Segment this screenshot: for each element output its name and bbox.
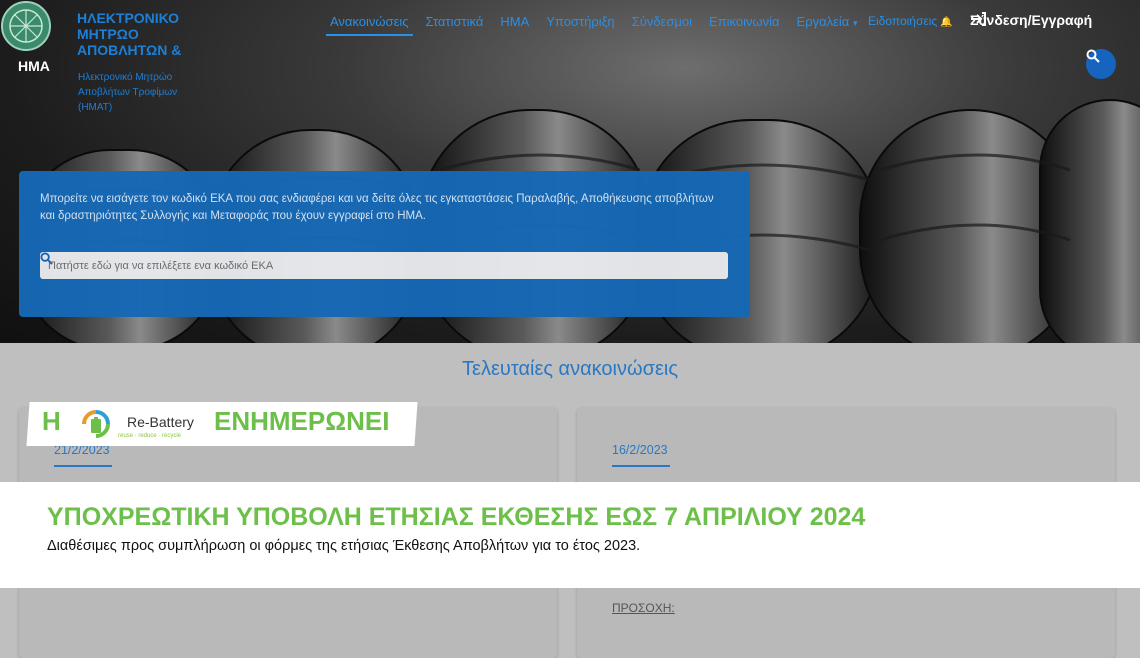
eka-info-box: Μπορείτε να εισάγετε τον κωδικό ΕΚΑ που … (19, 171, 750, 317)
notifications-label: Ειδοποιήσεις (868, 14, 938, 28)
login-link[interactable]: Σύνδεση/Εγγραφή (970, 12, 1092, 28)
nav-item-support[interactable]: Υποστήριξη (542, 12, 618, 36)
notifications-link[interactable]: Ειδοποιήσεις 🔔 (868, 14, 953, 28)
brand-title[interactable]: ΗΛΕΚΤΡΟΝΙΚΟ ΜΗΤΡΩΟ ΑΠΟΒΛΗΤΩΝ & (77, 10, 197, 58)
main-nav: Ανακοινώσεις Στατιστικά ΗΜΑ Υποστήριξη Σ… (326, 12, 861, 36)
announcement-date: 16/2/2023 (612, 443, 670, 467)
announcements-heading: Τελευταίες ανακοινώσεις (462, 358, 678, 380)
rebattery-informs: ΕΝΗΜΕΡΩΝΕΙ (214, 406, 390, 436)
search-icon (1086, 49, 1100, 63)
nav-item-hma[interactable]: ΗΜΑ (496, 12, 533, 36)
announcement-banner (0, 482, 1140, 588)
bell-icon: 🔔 (940, 17, 953, 28)
announcement-note: ΠΡΟΣΟΧΗ: (612, 601, 675, 615)
eka-search-field[interactable] (40, 252, 728, 279)
eka-search-input[interactable] (40, 252, 696, 279)
announcement-date: 21/2/2023 (54, 443, 112, 467)
nav-item-tools-label: Εργαλεία (796, 14, 850, 29)
nav-item-statistics[interactable]: Στατιστικά (422, 12, 488, 36)
rebattery-name: Re-Battery (127, 414, 194, 430)
hma-logo-icon[interactable] (0, 0, 52, 52)
eka-info-text: Μπορείτε να εισάγετε τον κωδικό ΕΚΑ που … (40, 193, 714, 222)
rebattery-tagline: reuse · reduce · recycle (118, 433, 182, 439)
nav-item-tools[interactable]: Εργαλεία ▾ (793, 12, 862, 36)
brand-subtitle: Ηλεκτρονικό Μητρώο Αποβλήτων Τροφίμων (Η… (78, 72, 178, 113)
search-button[interactable] (1086, 49, 1116, 79)
eka-search-icon[interactable] (40, 252, 53, 265)
banner-subtitle: Διαθέσιμες προς συμπλήρωση οι φόρμες της… (47, 538, 641, 554)
caret-down-icon: ▾ (852, 18, 858, 28)
hero-background: HMA ΗΛΕΚΤΡΟΝΙΚΟ ΜΗΤΡΩΟ ΑΠΟΒΛΗΤΩΝ & Ηλεκτ… (0, 0, 1140, 343)
nav-item-links[interactable]: Σύνδεσμοι (628, 12, 696, 36)
banner-title: ΥΠΟΧΡΕΩΤΙΚΗ ΥΠΟΒΟΛΗ ΕΤΗΣΙΑΣ ΕΚΘΕΣΗΣ ΕΩΣ … (47, 503, 866, 531)
rebattery-prefix: Η (42, 406, 61, 436)
login-arrow-icon (971, 12, 986, 26)
login-label: Σύνδεση/Εγγραφή (970, 12, 1093, 28)
nav-item-contact[interactable]: Επικοινωνία (705, 12, 784, 36)
logo-text: HMA (18, 58, 50, 74)
recycle-battery-icon (82, 410, 110, 438)
nav-item-announcements[interactable]: Ανακοινώσεις (326, 12, 413, 36)
